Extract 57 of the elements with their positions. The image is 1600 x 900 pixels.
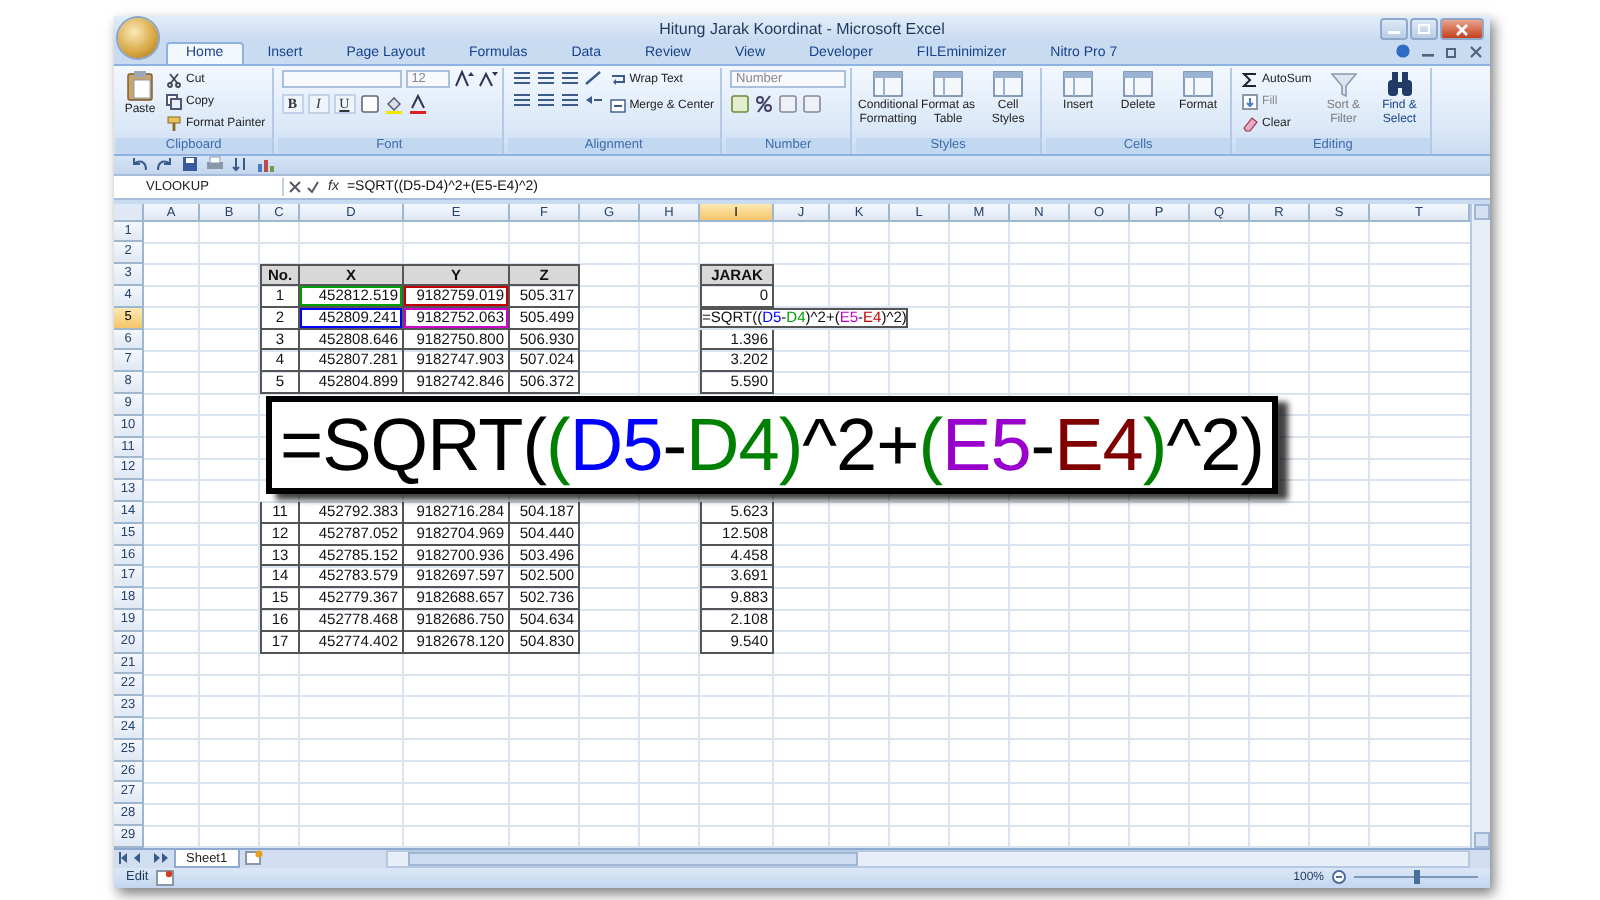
- align-center-icon: [535, 92, 556, 109]
- redo-icon: [156, 156, 174, 173]
- chart-icon: [256, 156, 274, 173]
- maximize-icon: [1418, 24, 1430, 34]
- clipboard-icon: [126, 70, 154, 103]
- copy-icon: [166, 94, 182, 111]
- shrink-font-icon: [477, 70, 498, 89]
- formula-callout: =SQRT((D5-D4)^2+(E5-E4)^2): [266, 395, 1278, 494]
- select-all-button[interactable]: [114, 203, 144, 222]
- align-bottom-icon: [559, 70, 580, 87]
- table-icon: [1122, 70, 1155, 99]
- fill-bucket-icon: [383, 94, 404, 115]
- office-button[interactable]: [118, 18, 158, 58]
- font-name-field[interactable]: [281, 70, 402, 89]
- close-button[interactable]: [1440, 18, 1484, 40]
- minimize-button[interactable]: [1380, 18, 1408, 40]
- align-top-icon: [511, 70, 532, 87]
- undo-icon: [130, 156, 148, 173]
- funnel-icon: [1329, 70, 1358, 99]
- indent-icon: [583, 92, 604, 109]
- enter-icon: [306, 179, 320, 194]
- scissors-icon: [166, 72, 182, 89]
- align-left-icon: [511, 92, 532, 109]
- fill-down-icon: [1242, 94, 1259, 111]
- font-color-icon: [407, 94, 428, 115]
- maximize-button[interactable]: [1410, 18, 1438, 40]
- brush-icon: [166, 116, 182, 133]
- print-icon: [206, 156, 224, 173]
- horizontal-scrollbar[interactable]: [386, 849, 1470, 868]
- table-icon: [1062, 70, 1095, 99]
- merge-icon: [609, 98, 626, 115]
- percent-icon: [754, 94, 775, 115]
- eraser-icon: [1242, 116, 1259, 133]
- sort-icon: [232, 156, 248, 173]
- orientation-icon: [583, 70, 604, 87]
- help-icon: [1396, 44, 1410, 59]
- binoculars-icon: [1385, 70, 1414, 99]
- window-title: Hitung Jarak Koordinat - Microsoft Excel: [659, 20, 945, 39]
- macro-record-icon: [156, 869, 175, 886]
- sheet-nav-icon: [118, 852, 170, 865]
- restore-icon: [1446, 45, 1458, 58]
- close-icon: [1470, 45, 1482, 58]
- wrap-icon: [609, 72, 626, 89]
- new-sheet-icon: [243, 850, 264, 867]
- table-icon: [1182, 70, 1215, 99]
- sigma-icon: [1242, 72, 1259, 89]
- align-right-icon: [559, 92, 580, 109]
- vertical-scrollbar[interactable]: [1470, 203, 1490, 848]
- close-icon: [1456, 23, 1468, 35]
- table-icon: [872, 70, 905, 99]
- table-icon: [992, 70, 1025, 99]
- grow-font-icon: [453, 70, 474, 89]
- align-middle-icon: [535, 70, 556, 87]
- zoom-slider-thumb[interactable]: [1414, 870, 1420, 885]
- table-icon: [932, 70, 965, 99]
- zoom-out-icon: [1332, 870, 1346, 885]
- cancel-icon: [288, 179, 302, 194]
